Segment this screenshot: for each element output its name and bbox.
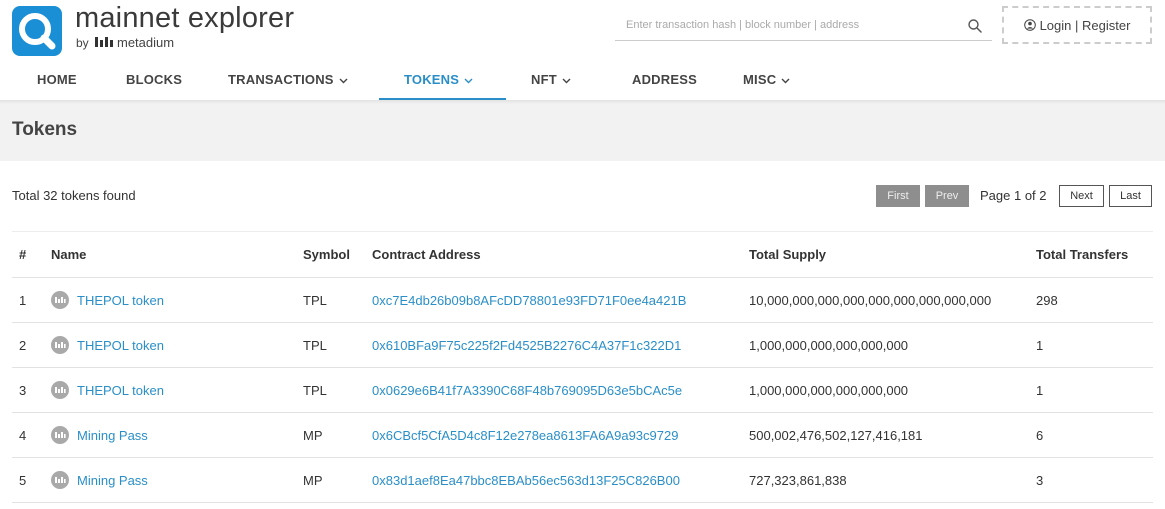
nav-home-label: HOME (37, 72, 77, 87)
main-nav: HOME BLOCKS TRANSACTIONS TOKENS NFT ADDR… (0, 62, 1165, 102)
nav-address-label: ADDRESS (632, 72, 697, 87)
table-row: 3 THEPOL token TPL 0x0629e6B41f7A3390C68… (12, 368, 1153, 413)
total-transfers: 6 (1036, 427, 1044, 443)
nav-misc-label: MISC (743, 72, 777, 87)
token-icon (51, 381, 69, 399)
nav-blocks[interactable]: BLOCKS (126, 62, 182, 100)
chevron-down-icon (339, 78, 348, 84)
token-icon (51, 336, 69, 354)
header-total-supply: Total Supply (749, 247, 827, 262)
token-name-link[interactable]: THEPOL token (51, 278, 164, 322)
chevron-down-icon (562, 78, 571, 84)
total-supply: 500,002,476,502,127,416,181 (749, 427, 923, 443)
contract-address-link[interactable]: 0x0629e6B41f7A3390C68F48b769095D63e5bCAc… (372, 368, 682, 412)
token-name[interactable]: Mining Pass (77, 473, 148, 488)
row-index: 1 (19, 292, 27, 308)
first-page-button[interactable]: First (876, 185, 920, 207)
table-row: 2 THEPOL token TPL 0x610BFa9F75c225f2Fd4… (12, 323, 1153, 368)
contract-address-link[interactable]: 0x610BFa9F75c225f2Fd4525B2276C4A37F1c322… (372, 323, 681, 367)
prev-page-button[interactable]: Prev (925, 185, 969, 207)
header-total-transfers: Total Transfers (1036, 247, 1129, 262)
token-icon (51, 426, 69, 444)
total-supply: 727,323,861,838 (749, 472, 847, 488)
login-register-label: Login | Register (1039, 17, 1131, 33)
page-title-band: Tokens (0, 102, 1165, 161)
search-bar (615, 10, 992, 41)
token-name-link[interactable]: Mining Pass (51, 413, 148, 457)
total-transfers: 1 (1036, 337, 1044, 353)
brand-company: metadium (117, 35, 175, 50)
login-register-button[interactable]: Login | Register (1002, 6, 1152, 44)
nav-divider (0, 100, 1165, 104)
contract-address-link[interactable]: 0x6CBcf5CfA5D4c8F12e278ea8613FA6A9a93c97… (372, 413, 678, 457)
next-page-button[interactable]: Next (1059, 185, 1104, 207)
token-symbol: TPL (303, 292, 327, 308)
total-supply: 10,000,000,000,000,000,000,000,000,000 (749, 292, 992, 308)
total-supply: 1,000,000,000,000,000,000 (749, 382, 909, 398)
nav-address[interactable]: ADDRESS (632, 62, 697, 100)
row-index: 3 (19, 382, 27, 398)
search-icon[interactable] (967, 18, 983, 34)
header-index: # (19, 247, 27, 262)
token-symbol: MP (303, 427, 323, 443)
chevron-down-icon (781, 78, 790, 84)
nav-transactions[interactable]: TRANSACTIONS (228, 62, 348, 100)
explorer-logo-icon[interactable] (12, 6, 62, 56)
nav-home[interactable]: HOME (37, 62, 77, 100)
token-symbol: MP (303, 472, 323, 488)
nav-transactions-label: TRANSACTIONS (228, 72, 334, 87)
page-info: Page 1 of 2 (980, 188, 1047, 203)
row-index: 5 (19, 472, 27, 488)
token-name-link[interactable]: THEPOL token (51, 368, 164, 412)
contract-address-link[interactable]: 0x83d1aef8Ea47bbc8EBAb56ec563d13F25C826B… (372, 458, 680, 502)
token-icon (51, 471, 69, 489)
table-row: 5 Mining Pass MP 0x83d1aef8Ea47bbc8EBAb5… (12, 458, 1153, 503)
header-name: Name (51, 247, 87, 262)
brand-title[interactable]: mainnet explorer (75, 2, 294, 35)
nav-misc[interactable]: MISC (743, 62, 790, 100)
token-name[interactable]: THEPOL token (77, 383, 164, 398)
token-symbol: TPL (303, 337, 327, 353)
token-name-link[interactable]: THEPOL token (51, 323, 164, 367)
token-name[interactable]: THEPOL token (77, 338, 164, 353)
token-symbol: TPL (303, 382, 327, 398)
header-contract-address: Contract Address (372, 247, 481, 262)
nav-nft-label: NFT (531, 72, 557, 87)
table-header-row: # Name Symbol Contract Address Total Sup… (12, 231, 1153, 278)
token-name[interactable]: THEPOL token (77, 293, 164, 308)
total-transfers: 298 (1036, 292, 1058, 308)
site-header: mainnet explorer by metadium Login | Reg… (0, 0, 1165, 62)
nav-blocks-label: BLOCKS (126, 72, 183, 87)
brand-by-text: by (76, 36, 89, 50)
header-symbol: Symbol (303, 247, 350, 262)
token-icon (51, 291, 69, 309)
nav-tokens[interactable]: TOKENS (404, 62, 473, 100)
total-transfers: 3 (1036, 472, 1044, 488)
total-transfers: 1 (1036, 382, 1044, 398)
last-page-button[interactable]: Last (1109, 185, 1152, 207)
token-name-link[interactable]: Mining Pass (51, 458, 148, 502)
contract-address-link[interactable]: 0xc7E4db26b09b8AFcDD78801e93FD71F0ee4a42… (372, 278, 686, 322)
nav-nft[interactable]: NFT (531, 62, 571, 100)
nav-tokens-label: TOKENS (404, 72, 460, 87)
page-title: Tokens (12, 119, 78, 140)
chevron-down-icon (464, 78, 473, 84)
user-icon (1023, 19, 1036, 31)
search-input[interactable] (615, 10, 955, 40)
total-supply: 1,000,000,000,000,000,000 (749, 337, 909, 353)
token-name[interactable]: Mining Pass (77, 428, 148, 443)
table-row: 4 Mining Pass MP 0x6CBcf5CfA5D4c8F12e278… (12, 413, 1153, 458)
row-index: 4 (19, 427, 27, 443)
total-tokens-text: Total 32 tokens found (12, 188, 136, 203)
row-index: 2 (19, 337, 27, 353)
metadium-mark-icon (95, 37, 113, 47)
table-row: 1 THEPOL token TPL 0xc7E4db26b09b8AFcDD7… (12, 278, 1153, 323)
